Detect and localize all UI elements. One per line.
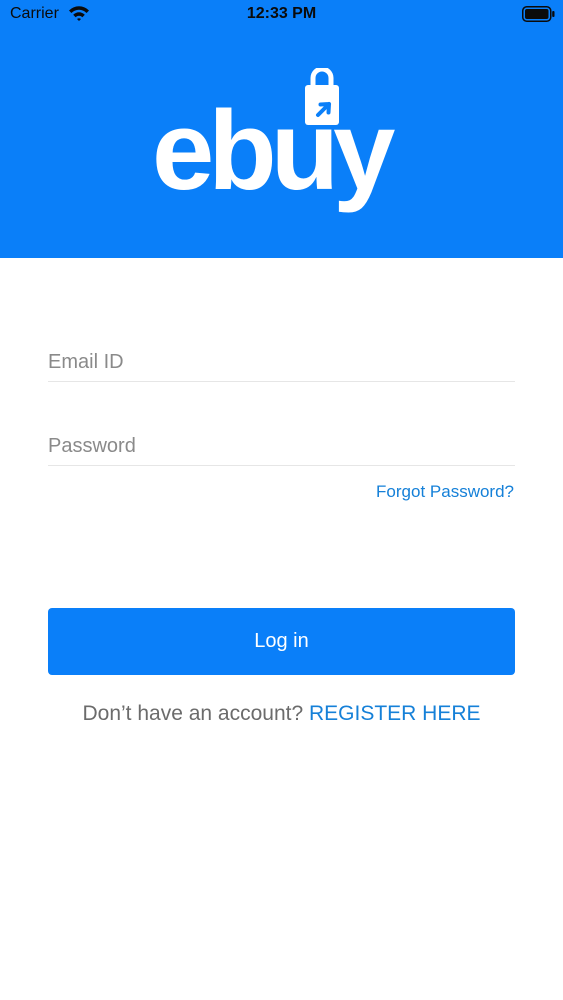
ebuy-logo: ebuy	[150, 68, 412, 222]
logo-wordmark: ebuy	[152, 68, 401, 213]
register-link[interactable]: REGISTER HERE	[309, 702, 481, 725]
email-input[interactable]	[48, 346, 515, 378]
password-input[interactable]	[48, 430, 515, 462]
battery-icon	[522, 6, 555, 22]
register-prompt: Don’t have an account?	[82, 702, 309, 725]
forgot-password-link[interactable]: Forgot Password?	[376, 482, 514, 502]
login-button[interactable]: Log in	[48, 608, 515, 675]
shopping-bag-icon	[305, 68, 339, 125]
register-row: Don’t have an account? REGISTER HERE	[0, 702, 563, 726]
email-field[interactable]	[48, 342, 515, 382]
status-bar: Carrier 12:33 PM	[0, 0, 563, 30]
header: Carrier 12:33 PM ebuy	[0, 0, 563, 258]
logo-text: ebuy	[152, 88, 395, 213]
status-time: 12:33 PM	[246, 5, 317, 22]
password-field[interactable]	[48, 426, 515, 466]
